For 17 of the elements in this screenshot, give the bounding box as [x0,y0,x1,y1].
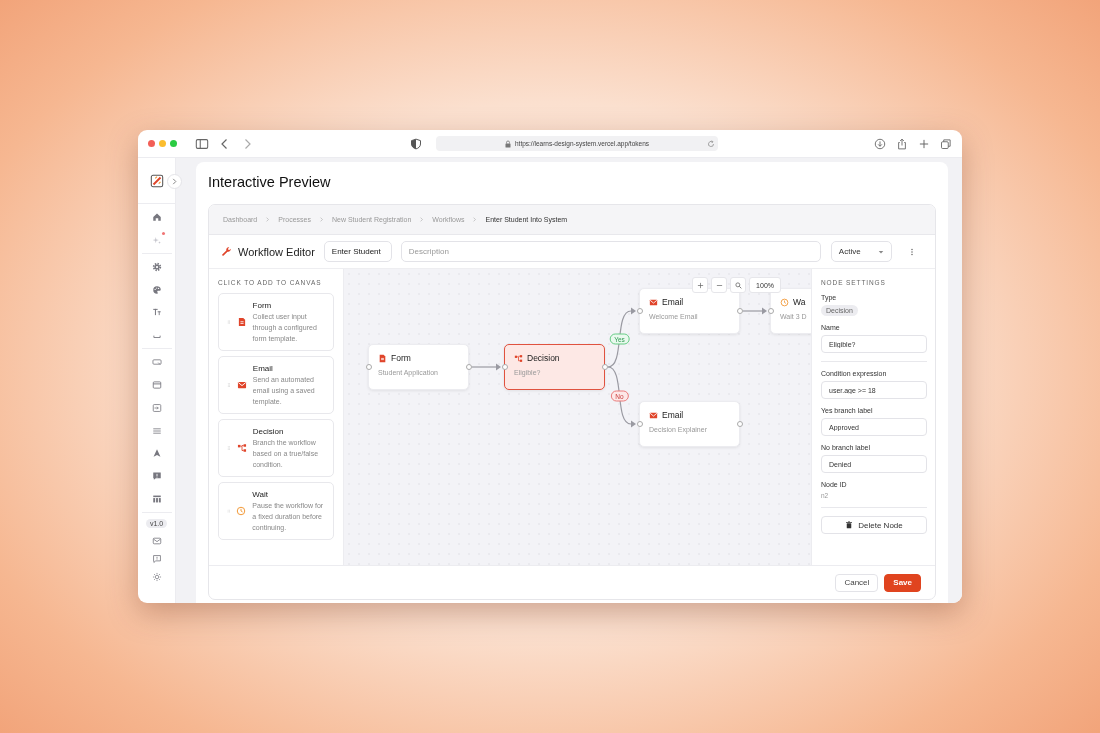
node-title: Email [662,297,684,307]
delete-node-button[interactable]: Delete Node [821,516,927,534]
status-dropdown[interactable]: Active [830,241,892,262]
save-button[interactable]: Save [884,573,921,592]
cancel-button[interactable]: Cancel [835,573,879,592]
node-title: Decision [527,353,560,363]
node-title: Wa [793,297,806,307]
template-title: Decision [252,426,285,436]
node-title: Email [662,410,684,420]
editor-title: Workflow Editor [238,245,315,258]
name-field[interactable]: Enter Student [323,241,392,262]
template-title: Email [252,363,274,373]
template-title: Form [252,300,273,310]
description-field[interactable]: Description [400,241,821,262]
page-title: Interactive Preview [208,174,332,190]
template-title: Wait [252,489,270,499]
node-title: Form [391,353,411,363]
